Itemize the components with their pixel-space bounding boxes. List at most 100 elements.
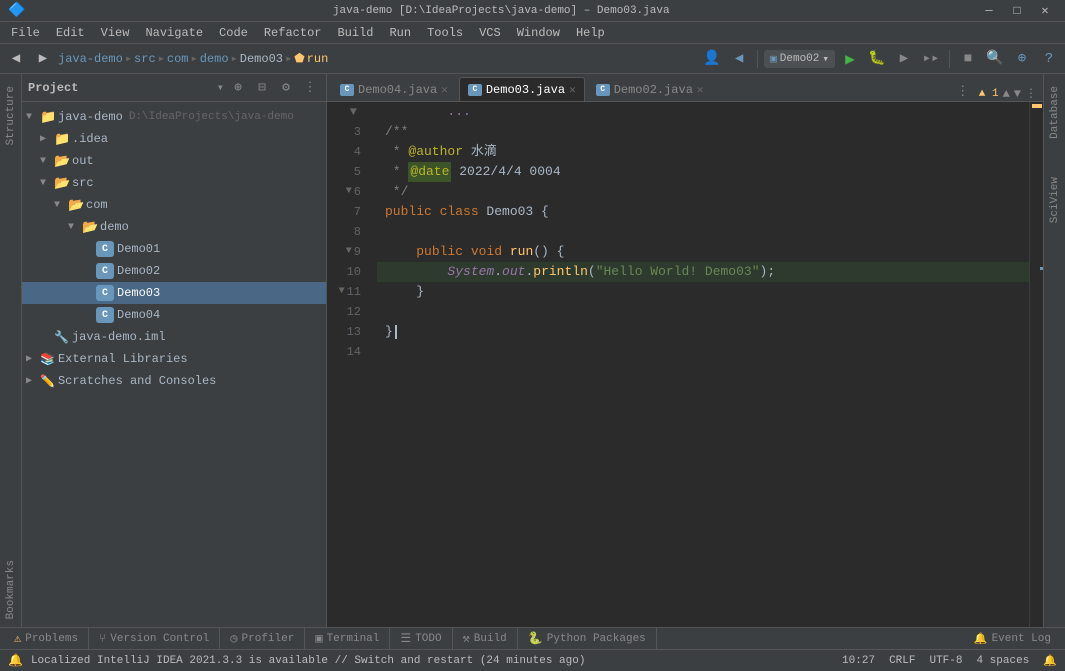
tab-close-button[interactable]: ✕ bbox=[569, 83, 576, 97]
menu-code[interactable]: Code bbox=[212, 24, 255, 42]
menu-window[interactable]: Window bbox=[510, 24, 567, 42]
menu-tools[interactable]: Tools bbox=[420, 24, 470, 42]
bc-project[interactable]: java-demo bbox=[58, 52, 123, 66]
minimize-button[interactable]: ─ bbox=[977, 0, 1001, 23]
line-num-6: ▼ 6 bbox=[327, 182, 369, 202]
close-button[interactable]: ✕ bbox=[1033, 0, 1057, 23]
toolbar-search-everywhere[interactable]: 👤 bbox=[700, 47, 724, 71]
menu-vcs[interactable]: VCS bbox=[472, 24, 508, 42]
debug-button[interactable]: 🐛 bbox=[865, 47, 889, 71]
menu-edit[interactable]: Edit bbox=[49, 24, 92, 42]
collapse-icon[interactable]: ▼ bbox=[1014, 87, 1021, 101]
java-class-icon: C bbox=[96, 241, 114, 257]
bc-demo[interactable]: demo bbox=[200, 52, 229, 66]
tree-item-java-demo[interactable]: ▼ 📁 java-demo D:\IdeaProjects\java-demo bbox=[22, 106, 326, 128]
tree-item-demo01[interactable]: C Demo01 bbox=[22, 238, 326, 260]
indent-settings[interactable]: 4 spaces bbox=[976, 655, 1029, 667]
tree-item-demo04[interactable]: C Demo04 bbox=[22, 304, 326, 326]
tree-item-com[interactable]: ▼ 📂 com bbox=[22, 194, 326, 216]
toolbar-nav-back[interactable]: ◀ bbox=[727, 47, 751, 71]
line-ending[interactable]: CRLF bbox=[889, 655, 915, 667]
profiler-tab[interactable]: ◷ Profiler bbox=[220, 628, 305, 650]
notification-icon: 🔔 bbox=[8, 653, 23, 668]
toolbar-settings[interactable]: ⊕ bbox=[1010, 47, 1034, 71]
sciview-tab[interactable]: SciView bbox=[1046, 169, 1064, 231]
menu-run[interactable]: Run bbox=[382, 24, 418, 42]
separator1 bbox=[757, 50, 758, 68]
more-run-configs[interactable]: ▸▸ bbox=[919, 47, 943, 71]
app-icon: 🔷 bbox=[8, 2, 25, 19]
build-icon: ⚒ bbox=[463, 631, 470, 646]
database-tab[interactable]: Database bbox=[1046, 78, 1064, 147]
tab-demo03[interactable]: C Demo03.java ✕ bbox=[459, 77, 585, 101]
event-log-tab[interactable]: 🔔 Event Log bbox=[964, 628, 1061, 650]
run-with-coverage[interactable]: ▶ bbox=[892, 47, 916, 71]
bookmarks-tab[interactable]: Bookmarks bbox=[2, 552, 20, 627]
code-line-7: public class Demo03 { bbox=[377, 202, 1043, 222]
sidebar-options-button[interactable]: ⚙ bbox=[276, 78, 296, 98]
python-packages-tab[interactable]: 🐍 Python Packages bbox=[518, 628, 657, 650]
tab-more-button[interactable]: ⋮ bbox=[953, 81, 973, 101]
menu-navigate[interactable]: Navigate bbox=[138, 24, 210, 42]
code-area[interactable]: ... /** * @author 水滴 * @date 2022/4/4 00… bbox=[377, 102, 1043, 627]
menu-file[interactable]: File bbox=[4, 24, 47, 42]
menu-help[interactable]: Help bbox=[569, 24, 612, 42]
event-log-icon: 🔔 bbox=[974, 632, 988, 646]
tree-item-out[interactable]: ▼ 📂 out bbox=[22, 150, 326, 172]
toolbar-back[interactable]: ◀ bbox=[4, 47, 28, 71]
editor-content[interactable]: ▼ 3 4 5 ▼ 6 7 8 ▼ 9 10 ▼ 11 bbox=[327, 102, 1043, 627]
line-num-9: ▼ 9 bbox=[327, 242, 369, 262]
tab-demo04[interactable]: C Demo04.java ✕ bbox=[331, 77, 457, 101]
structure-tab[interactable]: Structure bbox=[2, 78, 20, 153]
terminal-label: Terminal bbox=[327, 633, 380, 645]
window-controls: ─ □ ✕ bbox=[977, 0, 1057, 23]
tab-label: Demo02.java bbox=[614, 83, 693, 97]
sidebar-dropdown-arrow[interactable]: ▾ bbox=[217, 80, 224, 95]
toolbar-forward[interactable]: ▶ bbox=[31, 47, 55, 71]
version-control-tab[interactable]: ⑂ Version Control bbox=[89, 628, 220, 650]
tab-close-button[interactable]: ✕ bbox=[441, 83, 448, 97]
title-text: java-demo [D:\IdeaProjects\java-demo] – … bbox=[25, 5, 977, 17]
run-config-icon: ▣ bbox=[770, 52, 777, 66]
bc-com[interactable]: com bbox=[167, 52, 189, 66]
tree-item-idea[interactable]: ▶ 📁 .idea bbox=[22, 128, 326, 150]
tree-item-scratches[interactable]: ▶ ✏️ Scratches and Consoles bbox=[22, 370, 326, 392]
more-options-icon[interactable]: ⋮ bbox=[1025, 86, 1037, 101]
toolbar-search[interactable]: 🔍 bbox=[983, 47, 1007, 71]
sidebar-gear-button[interactable]: ⋮ bbox=[300, 78, 320, 98]
tree-item-src[interactable]: ▼ 📂 src bbox=[22, 172, 326, 194]
encoding[interactable]: UTF-8 bbox=[929, 655, 962, 667]
maximize-button[interactable]: □ bbox=[1005, 0, 1029, 23]
tab-demo02[interactable]: C Demo02.java ✕ bbox=[587, 77, 713, 101]
menu-build[interactable]: Build bbox=[330, 24, 380, 42]
tree-label: Demo04 bbox=[117, 308, 160, 322]
menu-view[interactable]: View bbox=[94, 24, 137, 42]
run-config-selector[interactable]: ▣ Demo02 ▾ bbox=[764, 50, 835, 68]
code-line-11: } bbox=[377, 282, 1043, 302]
tree-item-demo03[interactable]: C Demo03 bbox=[22, 282, 326, 304]
bc-run[interactable]: run bbox=[307, 52, 329, 66]
bc-src[interactable]: src bbox=[134, 52, 156, 66]
bc-demo03[interactable]: Demo03 bbox=[240, 52, 283, 66]
tree-item-ext-libs[interactable]: ▶ 📚 External Libraries bbox=[22, 348, 326, 370]
line-num-13: 13 bbox=[327, 322, 369, 342]
tree-item-demo02[interactable]: C Demo02 bbox=[22, 260, 326, 282]
todo-tab[interactable]: ☰ TODO bbox=[390, 628, 452, 650]
tree-item-iml[interactable]: 🔧 java-demo.iml bbox=[22, 326, 326, 348]
line-num-3: 3 bbox=[327, 122, 369, 142]
tree-item-demo[interactable]: ▼ 📂 demo bbox=[22, 216, 326, 238]
menu-refactor[interactable]: Refactor bbox=[257, 24, 329, 42]
collapse-all-button[interactable]: ⊟ bbox=[252, 78, 272, 98]
terminal-tab[interactable]: ▣ Terminal bbox=[305, 628, 390, 650]
run-button[interactable]: ▶ bbox=[838, 47, 862, 71]
tab-close-button[interactable]: ✕ bbox=[697, 83, 704, 97]
toolbar-help[interactable]: ? bbox=[1037, 47, 1061, 71]
locate-file-button[interactable]: ⊕ bbox=[228, 78, 248, 98]
problems-tab[interactable]: ⚠ Problems bbox=[4, 628, 89, 650]
arrow-icon: ▼ bbox=[54, 200, 68, 211]
expand-icon[interactable]: ▲ bbox=[1003, 87, 1010, 101]
stop-button[interactable]: ■ bbox=[956, 47, 980, 71]
sidebar-title: Project bbox=[28, 81, 213, 95]
line-num-4: 4 bbox=[327, 142, 369, 162]
build-tab[interactable]: ⚒ Build bbox=[453, 628, 518, 650]
